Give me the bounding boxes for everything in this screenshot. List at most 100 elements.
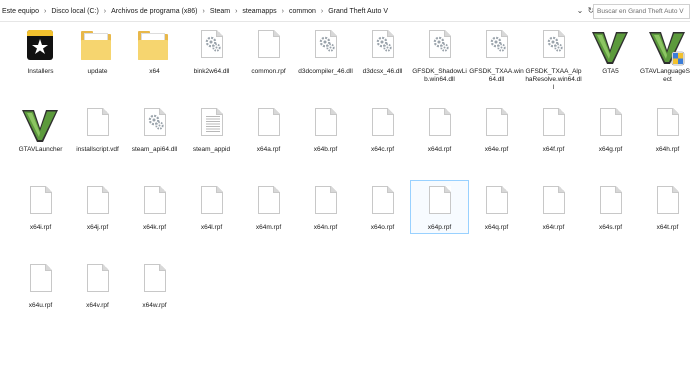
- chevron-right-icon[interactable]: ›: [200, 8, 208, 15]
- search-input[interactable]: Buscar en Grand Theft Auto V: [593, 4, 690, 19]
- breadcrumb-gta-v[interactable]: Grand Theft Auto V: [326, 8, 390, 15]
- dll-gear-icon: [195, 30, 226, 68]
- breadcrumb-este-equipo[interactable]: Este equipo: [0, 8, 41, 15]
- file-name: d3dcsx_46.dll: [362, 68, 403, 75]
- file-item[interactable]: x64w.rpf: [126, 259, 183, 311]
- file-name: x64l.rpf: [200, 224, 223, 231]
- blank-file-icon: [537, 108, 568, 146]
- file-name: x64a.rpf: [256, 146, 281, 153]
- file-name: GFSDK_TXAA.win64.dll: [469, 68, 524, 83]
- file-item[interactable]: x64p.rpf: [410, 180, 469, 234]
- blank-file-icon: [81, 108, 112, 146]
- address-bar: Este equipo › Disco local (C:) › Archivo…: [0, 0, 690, 22]
- file-item[interactable]: x64n.rpf: [297, 181, 354, 233]
- file-name: Installers: [27, 68, 54, 75]
- file-name: x64s.rpf: [598, 224, 623, 231]
- file-item[interactable]: steam_api64.dll: [126, 103, 183, 155]
- file-item[interactable]: x64g.rpf: [582, 103, 639, 155]
- blank-file-icon: [81, 264, 112, 302]
- file-name: x64w.rpf: [142, 302, 167, 309]
- dll-gear-icon: [309, 30, 340, 68]
- blank-file-icon: [309, 108, 340, 146]
- file-name: GFSDK_ShadowLib.win64.dll: [412, 68, 467, 83]
- file-name: x64o.rpf: [370, 224, 395, 231]
- file-item[interactable]: x64a.rpf: [240, 103, 297, 155]
- file-item[interactable]: installscript.vdf: [69, 103, 126, 155]
- file-name: x64d.rpf: [427, 146, 452, 153]
- blank-file-icon: [594, 108, 625, 146]
- chevron-right-icon[interactable]: ›: [101, 8, 109, 15]
- breadcrumb-common[interactable]: common: [287, 8, 318, 15]
- file-item[interactable]: Installers: [12, 25, 69, 77]
- chevron-right-icon[interactable]: ›: [232, 8, 240, 15]
- file-item[interactable]: x64j.rpf: [69, 181, 126, 233]
- file-item[interactable]: x64t.rpf: [639, 181, 690, 233]
- file-item[interactable]: GTAVLauncher: [12, 103, 69, 155]
- file-item[interactable]: bink2w64.dll: [183, 25, 240, 77]
- file-item[interactable]: update: [69, 25, 126, 77]
- file-item[interactable]: x64e.rpf: [468, 103, 525, 155]
- file-name: GTAVLanguageSelect: [639, 68, 690, 83]
- file-name: x64v.rpf: [86, 302, 109, 309]
- chevron-right-icon[interactable]: ›: [318, 8, 326, 15]
- file-name: x64f.rpf: [542, 146, 565, 153]
- blank-file-icon: [81, 186, 112, 224]
- file-item[interactable]: x64: [126, 25, 183, 77]
- file-item[interactable]: steam_appid: [183, 103, 240, 155]
- file-name: installscript.vdf: [76, 146, 119, 153]
- chevron-right-icon[interactable]: ›: [41, 8, 49, 15]
- file-name: steam_appid: [192, 146, 231, 153]
- file-name: x64i.rpf: [29, 224, 52, 231]
- file-item[interactable]: x64h.rpf: [639, 103, 690, 155]
- blank-file-icon: [195, 186, 226, 224]
- file-name: x64k.rpf: [142, 224, 167, 231]
- file-item[interactable]: x64f.rpf: [525, 103, 582, 155]
- text-file-icon: [195, 108, 226, 146]
- blank-file-icon: [252, 186, 283, 224]
- dll-gear-icon: [138, 108, 169, 146]
- file-name: x64n.rpf: [313, 224, 338, 231]
- file-item[interactable]: x64k.rpf: [126, 181, 183, 233]
- file-name: GFSDK_TXAA_AlphaResolve.win64.dll: [525, 68, 582, 91]
- file-name: x64h.rpf: [655, 146, 680, 153]
- file-name: GTA5: [602, 68, 619, 75]
- file-item[interactable]: x64u.rpf: [12, 259, 69, 311]
- breadcrumb-steamapps[interactable]: steamapps: [240, 8, 278, 15]
- file-item[interactable]: GTA5: [582, 25, 639, 77]
- file-name: d3dcompiler_46.dll: [298, 68, 353, 75]
- dll-gear-icon: [537, 30, 568, 68]
- blank-file-icon: [252, 30, 283, 68]
- file-item[interactable]: x64v.rpf: [69, 259, 126, 311]
- file-item[interactable]: GTAVLanguageSelect: [639, 25, 690, 83]
- breadcrumb-archivos-programa[interactable]: Archivos de programa (x86): [109, 8, 199, 15]
- file-item[interactable]: d3dcompiler_46.dll: [297, 25, 354, 77]
- blank-file-icon: [138, 186, 169, 224]
- file-item[interactable]: common.rpf: [240, 25, 297, 77]
- file-item[interactable]: x64c.rpf: [354, 103, 411, 155]
- file-item[interactable]: x64d.rpf: [411, 103, 468, 155]
- file-name: x64: [149, 68, 160, 75]
- file-item[interactable]: x64b.rpf: [297, 103, 354, 155]
- file-name: x64q.rpf: [484, 224, 509, 231]
- file-name: steam_api64.dll: [131, 146, 178, 153]
- file-item[interactable]: GFSDK_ShadowLib.win64.dll: [411, 25, 468, 83]
- dll-gear-icon: [366, 30, 397, 68]
- file-item[interactable]: d3dcsx_46.dll: [354, 25, 411, 77]
- file-item[interactable]: x64m.rpf: [240, 181, 297, 233]
- file-item[interactable]: GFSDK_TXAA.win64.dll: [468, 25, 525, 83]
- file-item[interactable]: x64o.rpf: [354, 181, 411, 233]
- file-item[interactable]: GFSDK_TXAA_AlphaResolve.win64.dll: [525, 25, 582, 91]
- file-name: common.rpf: [251, 68, 286, 75]
- file-item[interactable]: x64l.rpf: [183, 181, 240, 233]
- dll-gear-icon: [423, 30, 454, 68]
- blank-file-icon: [252, 108, 283, 146]
- chevron-right-icon[interactable]: ›: [279, 8, 287, 15]
- file-item[interactable]: x64r.rpf: [525, 181, 582, 233]
- file-item[interactable]: x64i.rpf: [12, 181, 69, 233]
- breadcrumb-disco-local[interactable]: Disco local (C:): [49, 8, 100, 15]
- file-item[interactable]: x64s.rpf: [582, 181, 639, 233]
- breadcrumb-steam[interactable]: Steam: [208, 8, 232, 15]
- file-item[interactable]: x64q.rpf: [468, 181, 525, 233]
- folder-icon: [138, 30, 169, 68]
- search-placeholder: Buscar en Grand Theft Auto V: [597, 8, 684, 15]
